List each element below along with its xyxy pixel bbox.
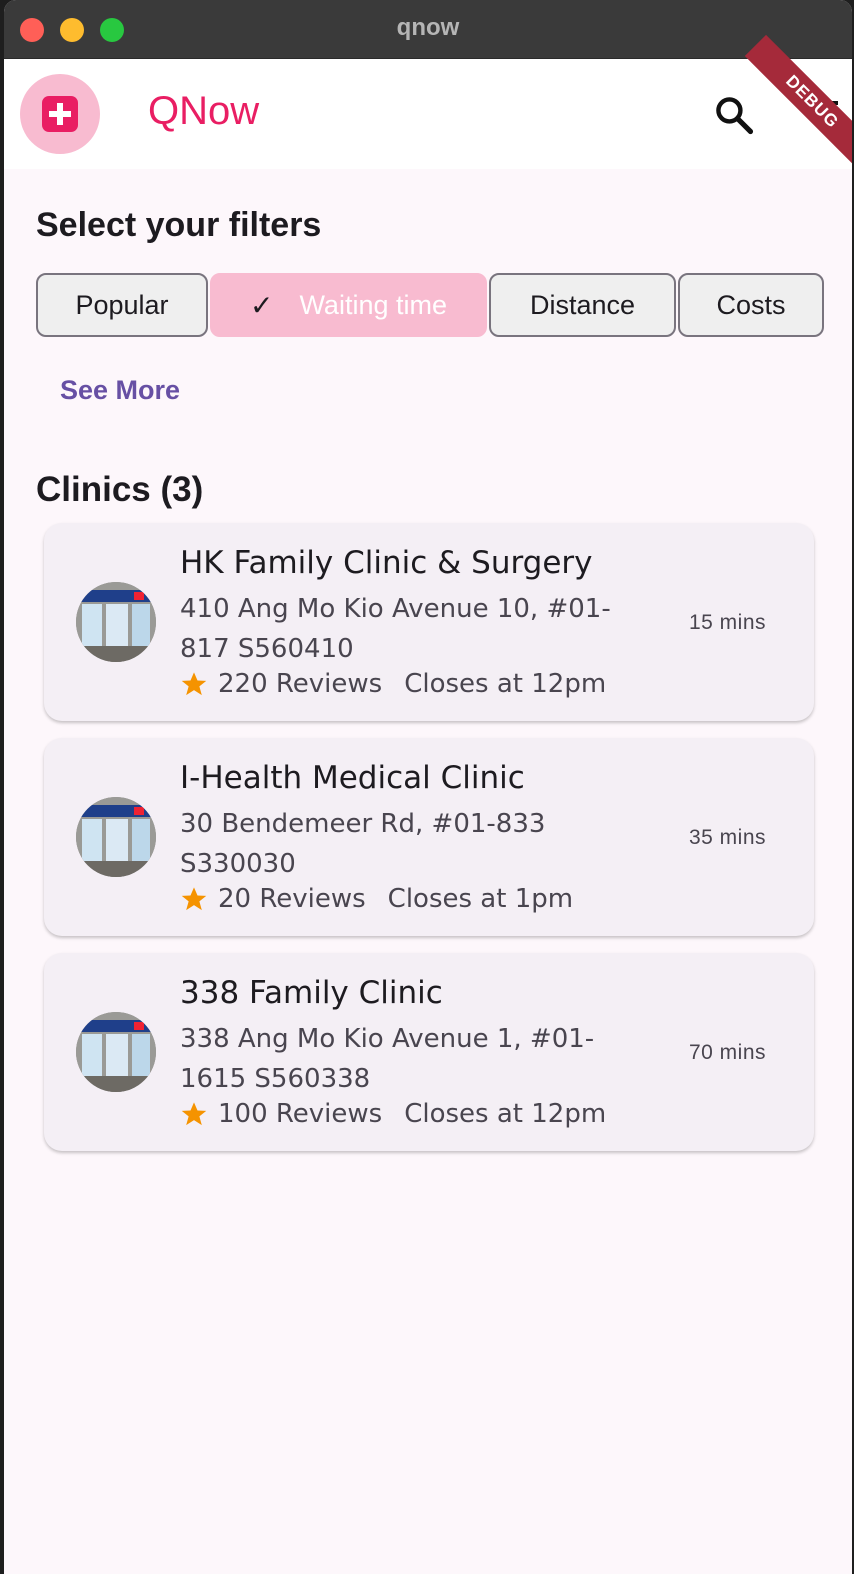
chip-label: Waiting time [299,289,447,320]
app-bar: QNow DEBUG [4,34,852,170]
clinic-reviews: 20 Reviews [218,884,366,914]
clinic-card[interactable]: 338 Family Clinic 338 Ang Mo Kio Avenue … [44,953,814,1151]
clinic-meta: 220 Reviews Closes at 12pm [180,669,606,699]
clinic-reviews: 100 Reviews [218,1099,383,1129]
chip-label: Popular [75,289,169,320]
clinic-address: 410 Ang Mo Kio Avenue 10, #01-817 S56041… [180,594,611,664]
check-icon: ✓ [249,289,274,321]
chip-label: Costs [716,289,786,320]
clinic-wait-time: 35 mins [688,826,766,849]
filters-title: Select your filters [36,206,322,244]
chip-waiting-time[interactable]: ✓ Waiting time [210,273,487,337]
clinic-photo [76,797,156,877]
window-title: qnow [396,14,460,41]
logo-button[interactable] [20,74,100,154]
see-more-link[interactable]: See More [60,375,180,406]
clinic-meta: 20 Reviews Closes at 1pm [180,884,573,914]
medical-cross-icon [42,96,78,132]
clinic-card[interactable]: HK Family Clinic & Surgery 410 Ang Mo Ki… [44,523,814,721]
clinic-closing-time: Closes at 12pm [404,1099,607,1129]
clinic-closing-time: Closes at 1pm [387,884,574,914]
clinic-reviews: 220 Reviews [218,669,383,699]
chip-costs[interactable]: Costs [678,273,824,337]
clinic-address: 30 Bendemeer Rd, #01-833 S330030 [180,809,546,879]
clinic-meta: 100 Reviews Closes at 12pm [180,1099,606,1129]
search-icon[interactable] [712,93,756,137]
star-icon [181,887,207,911]
clinic-address: 338 Ang Mo Kio Avenue 1, #01-1615 S56033… [180,1024,595,1094]
clinic-wait-time: 15 mins [688,611,766,634]
clinic-photo [76,1012,156,1092]
clinic-card[interactable]: I-Health Medical Clinic 30 Bendemeer Rd,… [44,738,814,936]
star-icon [181,1102,207,1126]
star-icon [181,672,207,696]
clinic-name: 338 Family Clinic [180,975,443,1011]
chip-label: Distance [529,289,636,320]
clinic-wait-time: 70 mins [688,1041,766,1064]
chip-popular[interactable]: Popular [36,273,208,337]
clinic-closing-time: Closes at 12pm [404,669,607,699]
clinic-name: HK Family Clinic & Surgery [180,545,593,581]
app-title: QNow [148,89,260,133]
app-window: qnow QNow DEBUG Select your filters Popu… [4,0,852,1574]
chip-distance[interactable]: Distance [489,273,676,337]
title-bar: qnow [4,0,852,59]
clinic-name: I-Health Medical Clinic [180,760,525,796]
clinics-title: Clinics (3) [36,470,204,509]
clinic-photo [76,582,156,662]
